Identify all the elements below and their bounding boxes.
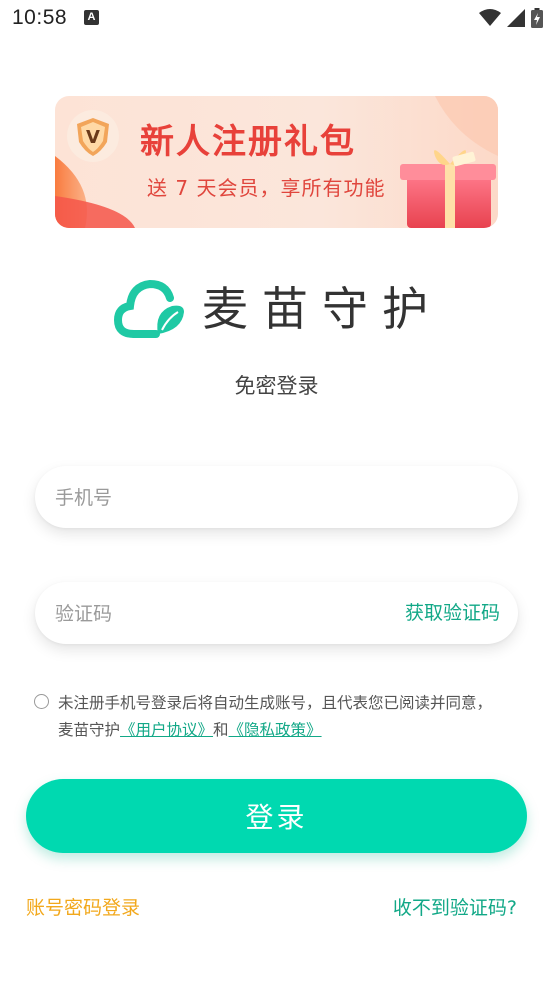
agreement-radio[interactable] xyxy=(34,694,49,709)
code-input[interactable] xyxy=(53,582,387,646)
agreement-conjunction: 和 xyxy=(213,721,229,739)
login-mode-title: 免密登录 xyxy=(234,374,319,398)
vip-badge-icon: V xyxy=(67,110,119,162)
status-icons xyxy=(479,8,543,28)
banner-subtitle: 送 7 天会员，享所有功能 xyxy=(147,176,386,200)
vip-badge-letter: V xyxy=(86,127,100,148)
new-user-gift-banner[interactable]: V 新人注册礼包 送 7 天会员，享所有功能 xyxy=(55,96,498,228)
phone-input[interactable] xyxy=(53,466,387,530)
get-code-button[interactable]: 获取验证码 xyxy=(405,582,500,644)
notification-a-icon: A xyxy=(84,10,99,25)
status-bar: 10:58 A xyxy=(0,0,553,36)
code-field[interactable]: 获取验证码 xyxy=(35,582,518,646)
cloud-leaf-logo-icon xyxy=(114,279,184,338)
banner-title: 新人注册礼包 xyxy=(140,122,356,162)
user-agreement-link[interactable]: 《用户协议》 xyxy=(120,721,213,739)
login-button[interactable]: 登录 xyxy=(26,779,527,853)
app-logo: 麦苗守护 xyxy=(114,276,444,342)
app-name: 麦苗守护 xyxy=(202,282,442,336)
status-time: 10:58 xyxy=(12,6,68,29)
battery-icon xyxy=(531,8,543,28)
signal-icon xyxy=(507,9,525,27)
wifi-icon xyxy=(479,9,501,26)
no-code-link[interactable]: 收不到验证码? xyxy=(393,893,517,920)
agreement: 未注册手机号登录后将自动生成账号，且代表您已阅读并同意，麦苗守护《用户协议》和《… xyxy=(34,690,504,744)
phone-field[interactable] xyxy=(35,466,518,530)
agreement-text: 未注册手机号登录后将自动生成账号，且代表您已阅读并同意，麦苗守护《用户协议》和《… xyxy=(34,690,504,744)
privacy-policy-link[interactable]: 《隐私政策》 xyxy=(229,721,322,739)
password-login-link[interactable]: 账号密码登录 xyxy=(26,893,140,920)
